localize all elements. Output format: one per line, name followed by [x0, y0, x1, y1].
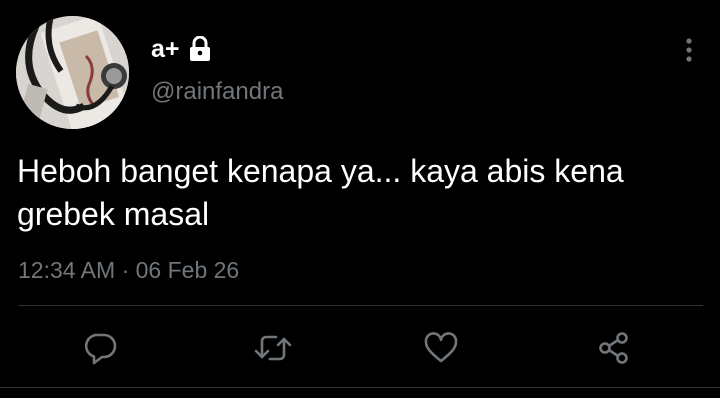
avatar[interactable] [16, 16, 129, 129]
avatar-image [16, 16, 129, 129]
tweet-time: 12:34 AM [18, 257, 116, 283]
display-name[interactable]: a+ [151, 34, 180, 64]
tweet-date: 06 Feb 26 [135, 257, 240, 283]
tweet-timestamp[interactable]: 12:34 AM · 06 Feb 26 [18, 256, 239, 284]
reply-icon [84, 333, 117, 365]
user-handle[interactable]: @rainfandra [151, 77, 283, 107]
more-vertical-icon[interactable] [677, 34, 701, 66]
divider [18, 305, 703, 306]
lock-icon [188, 35, 212, 62]
tweet-card: a+ @rainfandra Heboh banget kenapa ya...… [0, 0, 720, 398]
reply-button[interactable] [81, 328, 121, 368]
meta-separator: · [121, 257, 130, 283]
divider-bottom [0, 387, 720, 388]
retweet-button[interactable] [253, 328, 293, 368]
author-row: a+ [151, 34, 212, 64]
share-button[interactable] [594, 328, 634, 368]
share-icon [599, 332, 628, 364]
heart-icon [424, 332, 458, 363]
retweet-icon [254, 335, 292, 361]
tweet-text: Heboh banget kenapa ya... kaya abis kena… [17, 153, 624, 232]
like-button[interactable] [421, 328, 461, 368]
